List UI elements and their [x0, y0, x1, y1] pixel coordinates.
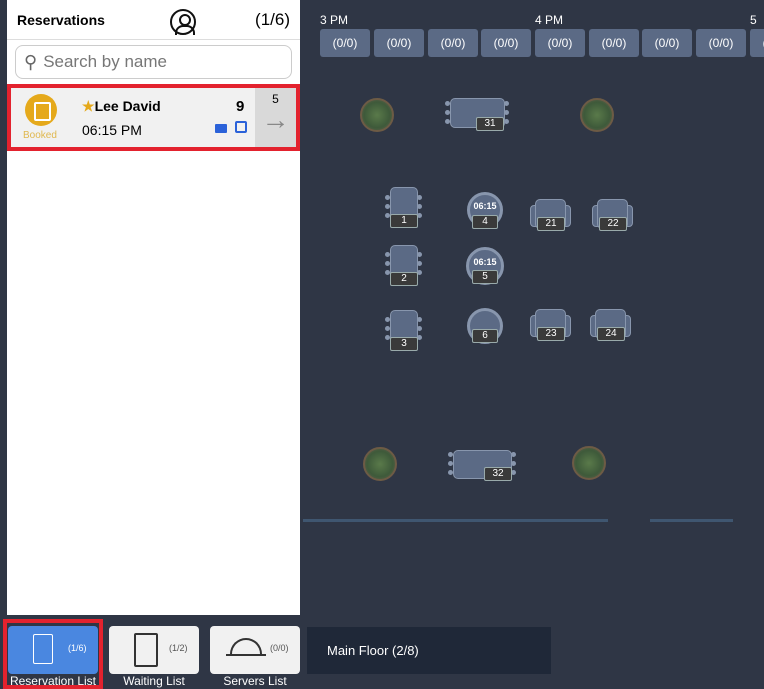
table-number: 23 — [537, 327, 565, 341]
table-number: 2 — [390, 272, 418, 286]
plant-icon — [572, 446, 606, 480]
reservation-panel: Reservations (1/6) ⚲ Booked ★Lee David 0… — [7, 0, 300, 615]
table-number: 31 — [476, 117, 504, 131]
guest-name-row: ★Lee David — [82, 98, 161, 115]
time-slot[interactable]: (0/0) — [642, 29, 692, 57]
tab-reservation-list[interactable]: (1/6) — [8, 626, 98, 674]
search-icon: ⚲ — [24, 51, 38, 72]
tab-label: Waiting List — [123, 674, 185, 688]
time-slot[interactable]: (0/0) — [535, 29, 585, 57]
seat-button[interactable]: 5 → — [255, 88, 296, 147]
reservation-book-icon — [33, 634, 53, 664]
booked-phone-icon — [25, 94, 57, 126]
panel-title: Reservations — [17, 11, 105, 28]
table-time: 06:15 — [473, 257, 497, 267]
table-number: 5 — [472, 270, 498, 284]
time-slot[interactable]: (0/0) — [374, 29, 424, 57]
time-slot[interactable]: (0/0) — [320, 29, 370, 57]
notes-icon — [235, 121, 247, 133]
table-time: 06:15 — [473, 201, 497, 211]
hour-label: 4 PM — [535, 13, 564, 27]
table-number: 3 — [390, 337, 418, 351]
clipboard-icon — [134, 633, 158, 667]
tab-count: (1/6) — [68, 643, 87, 653]
wall-divider — [650, 519, 733, 522]
reservation-count: (1/6) — [255, 9, 290, 29]
search-box[interactable]: ⚲ — [15, 45, 292, 79]
plant-icon — [363, 447, 397, 481]
plant-icon — [580, 98, 614, 132]
table-number: 24 — [597, 327, 625, 341]
tab-label: Reservation List — [9, 674, 97, 688]
table-number: 4 — [472, 215, 498, 229]
reservation-time: 06:15 PM — [82, 122, 142, 138]
tab-label: Servers List — [223, 674, 287, 688]
table-number: 22 — [599, 217, 627, 231]
floor-selector[interactable]: Main Floor (2/8) — [307, 627, 551, 674]
table-number: 6 — [472, 329, 498, 343]
panel-header: Reservations (1/6) — [7, 0, 300, 40]
time-slot[interactable]: (0/0) — [696, 29, 746, 57]
time-slot[interactable]: (0/0) — [750, 29, 764, 57]
plant-icon — [360, 98, 394, 132]
serving-bell-base — [226, 654, 266, 656]
contact-card-icon — [215, 124, 227, 133]
guest-name: Lee David — [94, 98, 161, 114]
wall-divider — [303, 519, 608, 522]
party-size: 9 — [236, 98, 245, 115]
table-number: 21 — [537, 217, 565, 231]
tab-count: (0/0) — [270, 643, 289, 653]
arrow-right-icon: → — [261, 104, 290, 135]
time-slot[interactable]: (0/0) — [428, 29, 478, 57]
table-number: 32 — [484, 467, 512, 481]
time-slot[interactable]: (0/0) — [481, 29, 531, 57]
table-number: 1 — [390, 214, 418, 228]
user-icon[interactable] — [170, 9, 196, 35]
serving-bell-icon — [230, 638, 262, 654]
tab-waiting-list[interactable]: (1/2) — [109, 626, 199, 674]
search-input[interactable] — [43, 52, 274, 72]
status-label: Booked — [23, 130, 57, 141]
tab-servers-list[interactable]: (0/0) — [210, 626, 300, 674]
hour-label: 3 PM — [320, 13, 349, 27]
time-slot[interactable]: (0/0) — [589, 29, 639, 57]
reservation-card[interactable]: Booked ★Lee David 06:15 PM 9 5 → — [7, 84, 300, 151]
star-icon: ★ — [82, 98, 95, 114]
tab-count: (1/2) — [169, 643, 188, 653]
